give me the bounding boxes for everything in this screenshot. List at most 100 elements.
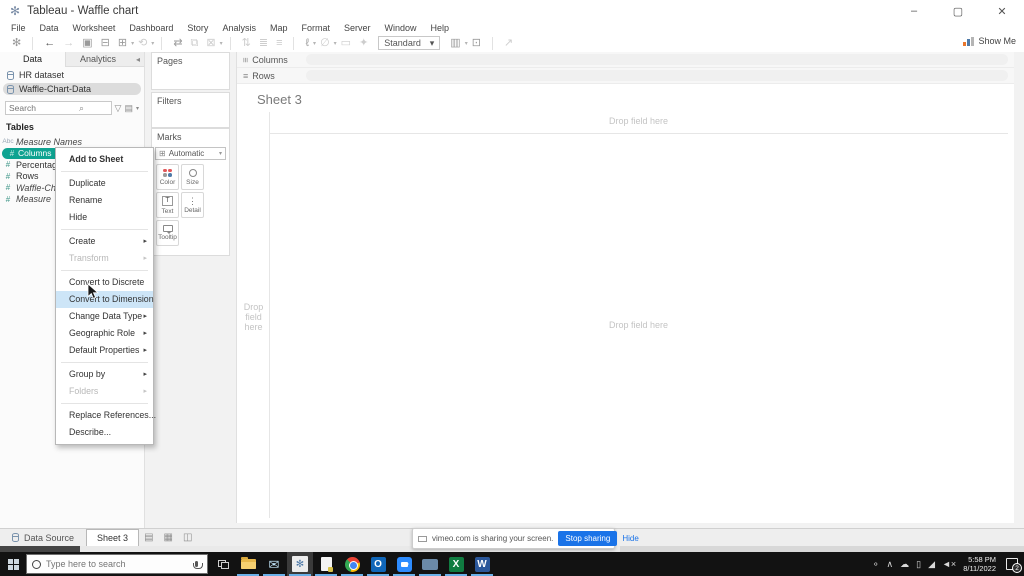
menu-item-hide[interactable]: Hide	[56, 209, 153, 226]
tab-data[interactable]: Data	[0, 51, 66, 67]
duplicate-icon[interactable]: ⧉	[191, 37, 199, 49]
menu-format[interactable]: Format	[294, 23, 337, 33]
new-dashboard-tab-icon[interactable]: ▦	[159, 529, 178, 546]
menu-item-geographic-role[interactable]: Geographic Role ▸	[56, 325, 153, 342]
text-button[interactable]: T Text	[156, 192, 179, 218]
swap-rows-columns-icon[interactable]: ⇄	[173, 37, 182, 49]
view-options-icon[interactable]: ▤	[124, 103, 133, 114]
menu-worksheet[interactable]: Worksheet	[66, 23, 123, 33]
menu-item-describe[interactable]: Describe...	[56, 424, 153, 441]
rows-shelf[interactable]: ≡ Rows	[237, 68, 1014, 84]
microphone-icon[interactable]	[192, 561, 203, 569]
size-button[interactable]: Size	[181, 164, 204, 190]
tooltip-button[interactable]: Tooltip	[156, 220, 179, 246]
menu-item-group-by[interactable]: Group by ▸	[56, 366, 153, 383]
presentation-mode-icon[interactable]: ⊡	[472, 37, 481, 49]
hide-link[interactable]: Hide	[622, 534, 638, 543]
format-caret-icon[interactable]: ▾	[334, 40, 337, 47]
sheet3-tab[interactable]: Sheet 3	[86, 529, 140, 546]
undo-icon[interactable]: ←	[44, 37, 55, 49]
refresh-caret-icon[interactable]: ▾	[151, 40, 154, 47]
menu-item-add-to-sheet[interactable]: Add to Sheet	[56, 151, 153, 168]
notification-center-icon[interactable]: 2	[1006, 558, 1022, 573]
taskbar-zoom[interactable]	[391, 552, 417, 576]
menu-item-change-data-type[interactable]: Change Data Type ▸	[56, 308, 153, 325]
menu-data[interactable]: Data	[33, 23, 66, 33]
menu-map[interactable]: Map	[263, 23, 295, 33]
fit-selector[interactable]: Standard ▾	[378, 36, 441, 50]
fix-axes-icon[interactable]: ✦	[359, 37, 368, 49]
view-options-caret-icon[interactable]: ▾	[136, 105, 139, 112]
redo-icon[interactable]: →	[63, 37, 74, 49]
taskbar-mail[interactable]: ✉	[261, 552, 287, 576]
pages-card[interactable]: Pages	[151, 52, 230, 90]
taskbar-excel[interactable]: X	[443, 552, 469, 576]
menu-item-convert-to-dimension[interactable]: Convert to Dimension	[56, 291, 154, 308]
network-signal-icon[interactable]: ◢	[928, 559, 935, 569]
close-button[interactable]: ✕	[980, 0, 1024, 22]
detail-button[interactable]: ⋮ Detail	[181, 192, 204, 218]
totals-icon[interactable]: ⇅	[242, 37, 251, 49]
filters-card[interactable]: Filters	[151, 92, 230, 128]
menu-item-replace-references[interactable]: Replace References...	[56, 407, 156, 424]
show-hide-cards-icon[interactable]: ▥	[450, 37, 460, 49]
taskbar-document[interactable]	[313, 552, 339, 576]
format-icon[interactable]: ∅	[320, 37, 330, 49]
stop-sharing-button[interactable]: Stop sharing	[558, 531, 618, 546]
new-data-source-icon[interactable]: ⊟	[101, 37, 110, 49]
clear-sheet-icon[interactable]: ⊠	[206, 37, 215, 49]
hidden-icons-chevron-icon[interactable]: ∧	[887, 559, 894, 569]
people-icon[interactable]: ⚬	[872, 559, 880, 569]
show-me-button[interactable]: Show Me	[963, 36, 1016, 46]
data-source-tab[interactable]: Data Source	[0, 529, 86, 546]
show-mark-labels-icon[interactable]: ▭	[341, 37, 351, 49]
restore-button[interactable]: ▢	[936, 0, 980, 22]
sort-descending-icon[interactable]: ≡	[276, 37, 282, 49]
data-source-hr-dataset[interactable]: HR dataset	[0, 69, 144, 81]
taskbar-chrome[interactable]	[339, 552, 365, 576]
new-worksheet-icon[interactable]: ⊞	[118, 37, 127, 49]
field-search-input[interactable]	[9, 103, 79, 113]
show-hide-cards-caret-icon[interactable]: ▾	[465, 40, 468, 47]
rows-shelf-field-area[interactable]	[306, 70, 1008, 81]
drop-field-hint-left[interactable]: Drop field here	[240, 302, 267, 332]
menu-item-rename[interactable]: Rename	[56, 192, 153, 209]
field-search-box[interactable]: ⌕	[5, 101, 112, 115]
sort-ascending-icon[interactable]: ≣	[259, 37, 268, 49]
tab-analytics[interactable]: Analytics	[66, 52, 130, 67]
taskbar-clock[interactable]: 5:58 PM 8/11/2022	[963, 555, 996, 573]
menu-item-default-properties[interactable]: Default Properties ▸	[56, 342, 153, 359]
drop-field-hint-top[interactable]: Drop field here	[269, 116, 1008, 126]
tableau-home-icon[interactable]: ✻	[12, 37, 21, 49]
share-icon[interactable]: ↗	[504, 37, 513, 49]
highlight-icon[interactable]: ℓ	[305, 37, 309, 49]
taskbar-remote-app[interactable]	[417, 552, 443, 576]
menu-file[interactable]: File	[4, 23, 33, 33]
menu-window[interactable]: Window	[378, 23, 424, 33]
color-button[interactable]: Color	[156, 164, 179, 190]
device-icon[interactable]: ▯	[916, 559, 921, 569]
menu-dashboard[interactable]: Dashboard	[122, 23, 180, 33]
data-source-waffle-chart-data[interactable]: Waffle-Chart-Data	[3, 83, 141, 95]
save-icon[interactable]: ▣	[82, 37, 92, 49]
menu-item-convert-to-discrete[interactable]: Convert to Discrete	[56, 274, 153, 291]
menu-story[interactable]: Story	[180, 23, 215, 33]
mark-type-dropdown[interactable]: ⊞ Automatic ▾	[155, 147, 226, 160]
filter-icon[interactable]: ▽	[115, 103, 122, 114]
minimize-button[interactable]: –	[892, 0, 936, 22]
task-view-icon[interactable]	[218, 559, 229, 569]
menu-analysis[interactable]: Analysis	[215, 23, 263, 33]
columns-shelf[interactable]: ≡ Columns	[237, 52, 1014, 68]
collapse-panel-icon[interactable]: ◂	[136, 55, 144, 64]
onedrive-cloud-icon[interactable]: ☁	[900, 559, 909, 569]
taskbar-outlook[interactable]: O	[365, 552, 391, 576]
speaker-muted-icon[interactable]: ◄×	[942, 559, 956, 569]
new-worksheet-caret-icon[interactable]: ▾	[131, 40, 134, 47]
columns-shelf-field-area[interactable]	[306, 54, 1008, 65]
taskbar-search-input[interactable]	[46, 559, 164, 569]
refresh-icon[interactable]: ⟲	[138, 37, 147, 49]
start-button[interactable]	[0, 552, 26, 576]
new-worksheet-tab-icon[interactable]: ▤	[139, 529, 158, 546]
highlight-caret-icon[interactable]: ▾	[313, 40, 316, 47]
field-measure-names[interactable]: Abc Measure Names	[0, 136, 144, 148]
